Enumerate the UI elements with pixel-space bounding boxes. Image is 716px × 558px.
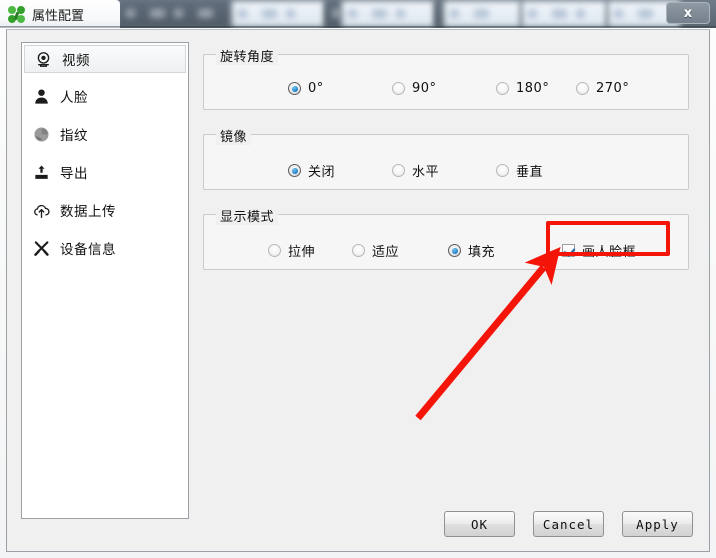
sidebar-item-1[interactable]: 视频 xyxy=(24,45,186,73)
tab-label-blur xyxy=(150,9,165,18)
tab-label-blur xyxy=(638,9,653,18)
radio-button-icon[interactable] xyxy=(576,82,589,95)
radio-option-关闭[interactable]: 关闭 xyxy=(288,161,335,180)
fingerprint-icon xyxy=(31,124,51,144)
tab-label-blur xyxy=(576,9,585,18)
tab-label-blur xyxy=(348,9,357,18)
radio-option-label: 关闭 xyxy=(308,165,336,180)
group-legend: 显示模式 xyxy=(216,206,279,225)
radio-button-icon[interactable] xyxy=(392,82,405,95)
tab-label-blur xyxy=(474,9,489,18)
radio-option-填充[interactable]: 填充 xyxy=(448,241,495,260)
background-tab[interactable] xyxy=(436,1,442,27)
radio-option-水平[interactable]: 水平 xyxy=(392,161,439,180)
radio-button-icon[interactable] xyxy=(496,82,509,95)
dialog-body: 视频人脸指纹导出数据上传设备信息 旋转角度 0° 90° 180° 270° 镜像关闭 水平… xyxy=(7,30,709,551)
ok-button[interactable]: OK xyxy=(444,511,515,537)
group-legend: 镜像 xyxy=(216,126,252,145)
radio-option-0°[interactable]: 0° xyxy=(288,81,324,96)
sidebar-item-6[interactable]: 设备信息 xyxy=(23,233,187,263)
radio-option-270°[interactable]: 270° xyxy=(576,81,629,96)
radio-button-icon[interactable] xyxy=(268,244,281,257)
tab-label-blur xyxy=(238,9,247,18)
background-tab[interactable] xyxy=(120,1,230,27)
radio-option-label: 90° xyxy=(412,81,437,96)
radio-option-label: 180° xyxy=(516,81,550,96)
sidebar-item-label: 设备信息 xyxy=(60,242,116,258)
tab-label-blur xyxy=(174,9,183,18)
group-1: 旋转角度 0° 90° 180° 270° xyxy=(203,46,689,110)
tab-label-blur xyxy=(528,9,537,18)
radio-option-label: 垂直 xyxy=(516,165,544,180)
tab-label-blur xyxy=(552,9,567,18)
camera-icon xyxy=(33,49,53,69)
settings-pane: 旋转角度 0° 90° 180° 270° 镜像 关闭 水平 垂直 显示模式 拉伸 适应 填充 画人脸框 xyxy=(203,42,697,519)
titlebar-shadow xyxy=(0,26,716,28)
cloud-upload-icon xyxy=(31,200,51,220)
dialog-buttons: OK Cancel Apply xyxy=(444,511,693,537)
active-window-tab[interactable]: 属性配置 xyxy=(0,0,120,28)
sidebar-item-label: 人脸 xyxy=(60,90,88,106)
cancel-button[interactable]: Cancel xyxy=(533,511,604,537)
tab-label-blur xyxy=(332,9,340,18)
background-tab[interactable] xyxy=(342,1,434,27)
dialog-client-area: 视频人脸指纹导出数据上传设备信息 旋转角度 0° 90° 180° 270° 镜像关闭 水平… xyxy=(6,29,710,552)
property-config-window: 属性配置 x 视频人脸指纹导出数据上传设备信息 旋转角度 0° 90° 180° 270… xyxy=(0,0,716,558)
tab-label-blur xyxy=(614,9,623,18)
sidebar-item-label: 导出 xyxy=(60,166,88,182)
sidebar-item-3[interactable]: 指纹 xyxy=(23,119,187,149)
tab-label-blur xyxy=(286,9,295,18)
tab-label-blur xyxy=(372,9,387,18)
background-tab[interactable] xyxy=(326,1,340,27)
radio-button-icon[interactable] xyxy=(392,164,405,177)
title-bar: 属性配置 x xyxy=(0,0,716,28)
radio-option-90°[interactable]: 90° xyxy=(392,81,437,96)
annotation-highlight-box xyxy=(546,221,670,256)
tab-label-blur xyxy=(450,9,459,18)
sidebar-item-label: 指纹 xyxy=(60,128,88,144)
sidebar-nav: 视频人脸指纹导出数据上传设备信息 xyxy=(21,42,189,519)
sidebar-item-label: 数据上传 xyxy=(60,204,116,220)
apply-button[interactable]: Apply xyxy=(622,511,693,537)
person-icon xyxy=(31,86,51,106)
background-tab[interactable] xyxy=(444,1,520,27)
sidebar-item-5[interactable]: 数据上传 xyxy=(23,195,187,225)
radio-button-icon[interactable] xyxy=(496,164,509,177)
sidebar-item-4[interactable]: 导出 xyxy=(23,157,187,187)
tab-label-blur xyxy=(126,9,135,18)
sidebar-item-label: 视频 xyxy=(62,53,90,69)
tools-icon xyxy=(31,238,51,258)
group-legend: 旋转角度 xyxy=(216,46,279,65)
radio-option-适应[interactable]: 适应 xyxy=(352,241,399,260)
radio-button-icon[interactable] xyxy=(288,164,301,177)
radio-button-icon[interactable] xyxy=(448,244,461,257)
radio-button-icon[interactable] xyxy=(352,244,365,257)
window-title: 属性配置 xyxy=(32,8,85,24)
radio-option-label: 填充 xyxy=(468,245,496,260)
close-icon[interactable]: x xyxy=(666,2,710,24)
radio-option-label: 水平 xyxy=(412,165,440,180)
tab-label-blur xyxy=(396,9,405,18)
radio-option-180°[interactable]: 180° xyxy=(496,81,549,96)
export-icon xyxy=(31,162,51,182)
tab-label-blur xyxy=(262,9,277,18)
radio-option-拉伸[interactable]: 拉伸 xyxy=(268,241,315,260)
tab-label-blur xyxy=(198,9,213,18)
radio-option-label: 0° xyxy=(308,81,324,96)
radio-option-label: 拉伸 xyxy=(288,245,316,260)
group-2: 镜像关闭 水平 垂直 xyxy=(203,126,689,190)
clover-icon xyxy=(8,5,25,23)
background-tab[interactable] xyxy=(522,1,606,27)
radio-button-icon[interactable] xyxy=(288,82,301,95)
radio-option-label: 270° xyxy=(596,81,630,96)
radio-option-垂直[interactable]: 垂直 xyxy=(496,161,543,180)
sidebar-item-2[interactable]: 人脸 xyxy=(23,81,187,111)
background-tab[interactable] xyxy=(232,1,324,27)
radio-option-label: 适应 xyxy=(372,245,400,260)
